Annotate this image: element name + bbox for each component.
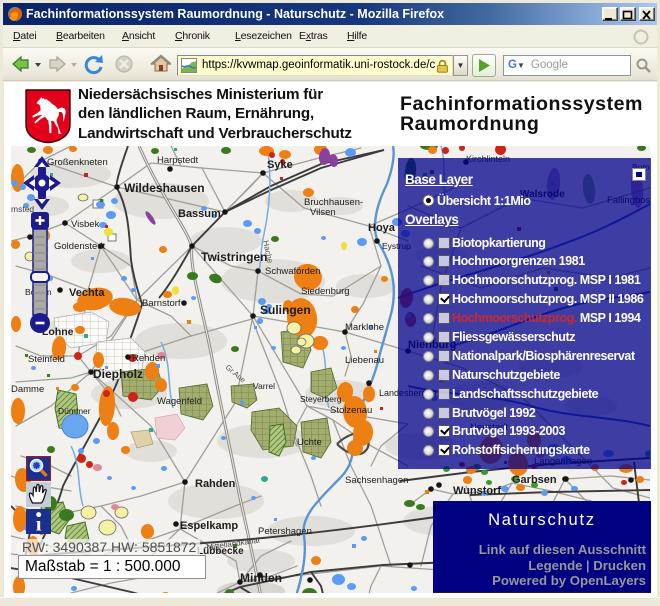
- svg-text:Varrel: Varrel: [253, 381, 275, 391]
- svg-text:Steinfeld: Steinfeld: [28, 354, 65, 365]
- svg-text:Bassum: Bassum: [178, 208, 221, 220]
- svg-text:Harpstedt: Harpstedt: [157, 155, 199, 166]
- svg-text:Dümmer: Dümmer: [58, 406, 91, 416]
- svg-text:Damme: Damme: [11, 384, 44, 395]
- svg-text:Petershagen: Petershagen: [258, 526, 312, 537]
- svg-text:Sachsenhagen: Sachsenhagen: [345, 475, 408, 486]
- svg-text:Vilsen: Vilsen: [310, 207, 336, 218]
- svg-text:Rehden: Rehden: [132, 353, 165, 364]
- svg-text:Syke: Syke: [267, 159, 293, 171]
- svg-text:Liebenau: Liebenau: [345, 355, 384, 366]
- svg-text:Espelkamp: Espelkamp: [180, 520, 238, 532]
- svg-text:Uchte: Uchte: [297, 437, 322, 448]
- svg-text:Siedenburg: Siedenburg: [301, 286, 350, 297]
- svg-text:Schwaförden: Schwaförden: [265, 266, 320, 277]
- svg-text:Wildeshausen: Wildeshausen: [124, 181, 205, 195]
- svg-text:Twistringen: Twistringen: [201, 250, 267, 264]
- svg-text:Stolzenau: Stolzenau: [330, 405, 372, 416]
- svg-text:Sulingen: Sulingen: [260, 303, 311, 317]
- svg-text:Goldenstedt: Goldenstedt: [54, 241, 106, 252]
- svg-text:Marklohe: Marklohe: [345, 322, 384, 333]
- svg-text:Vechta: Vechta: [69, 287, 105, 299]
- svg-text:Rahden: Rahden: [195, 478, 236, 490]
- svg-text:Wagenfeld: Wagenfeld: [157, 396, 202, 407]
- svg-text:Wunstorf: Wunstorf: [453, 485, 501, 497]
- svg-text:Garbsen: Garbsen: [512, 474, 557, 486]
- svg-text:Steyerberg: Steyerberg: [300, 394, 342, 404]
- svg-text:Minden: Minden: [240, 571, 282, 585]
- svg-text:ı: ı: [36, 514, 42, 535]
- svg-text:Visbek: Visbek: [71, 219, 100, 230]
- svg-text:Barnstorf: Barnstorf: [142, 298, 181, 309]
- svg-text:Diepholz: Diepholz: [93, 367, 143, 381]
- svg-text:Hoya: Hoya: [368, 222, 396, 234]
